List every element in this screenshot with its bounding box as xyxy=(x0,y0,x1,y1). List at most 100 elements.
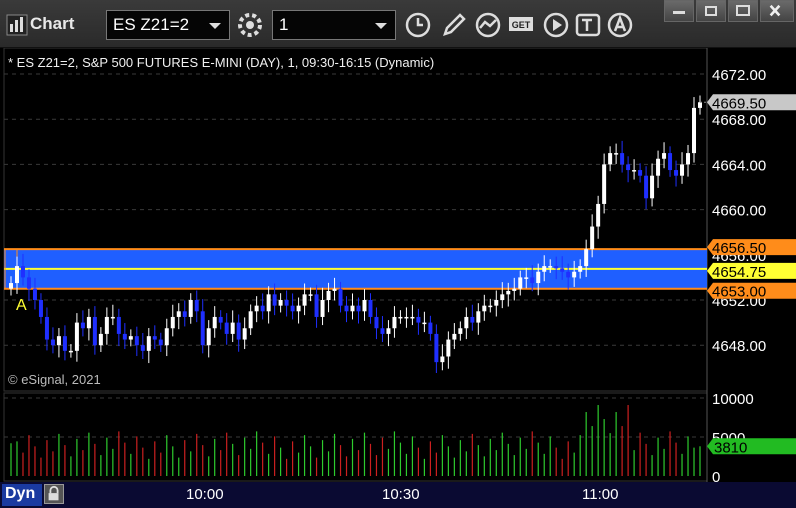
restore-icon[interactable] xyxy=(664,0,694,22)
midline-marker: 4654.75 xyxy=(707,262,796,281)
candle-body xyxy=(458,328,463,334)
candle-body xyxy=(674,170,679,176)
candle-body xyxy=(98,333,103,346)
price-label: 4660.00 xyxy=(712,203,766,220)
close-icon[interactable] xyxy=(760,0,794,22)
candle-body xyxy=(452,333,457,340)
volume-label: 0 xyxy=(712,469,720,482)
candle-body xyxy=(572,271,577,278)
candle-body xyxy=(134,336,139,346)
candle-body xyxy=(692,107,697,154)
price-label: 4668.00 xyxy=(712,112,766,129)
candle-body xyxy=(206,328,211,346)
candle-body xyxy=(470,316,475,323)
candle-body xyxy=(50,339,55,346)
text-icon[interactable] xyxy=(572,9,604,41)
price-background xyxy=(0,48,796,392)
candle-body xyxy=(110,316,115,319)
candle-body xyxy=(32,288,37,300)
candle-body xyxy=(626,164,631,171)
symbol-value: ES Z21=2 xyxy=(113,15,190,34)
maximize-icon[interactable] xyxy=(696,0,726,22)
candle-body xyxy=(614,153,619,155)
candle-body xyxy=(380,328,385,334)
candle-body xyxy=(632,170,637,172)
chart-info: * ES Z21=2, S&P 500 FUTURES E-MINI (DAY)… xyxy=(8,55,435,70)
play-icon[interactable] xyxy=(540,9,572,41)
band-top-marker: 4656.50 xyxy=(707,239,796,257)
midline-marker-text: 4654.75 xyxy=(712,264,766,281)
candle-body xyxy=(398,316,403,319)
candle-body xyxy=(560,268,565,272)
chart-app-icon xyxy=(6,14,28,36)
candle-body xyxy=(182,311,187,317)
candle-body xyxy=(386,328,391,334)
candle-body xyxy=(434,333,439,363)
interval-field[interactable]: 1 xyxy=(272,10,396,40)
band-bottom-marker-text: 4653.00 xyxy=(712,284,766,301)
last-price-marker: 4669.50 xyxy=(707,94,796,112)
candle-body xyxy=(410,316,415,319)
svg-text:GET: GET xyxy=(512,20,531,30)
volume-marker-text: 3810 xyxy=(714,439,747,456)
chevron-down-icon[interactable] xyxy=(375,23,387,29)
candle-body xyxy=(422,322,427,325)
candle-body xyxy=(650,175,655,199)
volume-chart[interactable]: 10000500003810 xyxy=(0,392,796,482)
settings-icon[interactable] xyxy=(234,9,266,41)
candle-body xyxy=(212,316,217,329)
band-top-marker-text: 4656.50 xyxy=(712,240,766,257)
window-title: Chart xyxy=(30,14,75,33)
candle-body xyxy=(518,277,523,289)
candle-body xyxy=(404,316,409,319)
candle-body xyxy=(608,153,613,165)
candle-body xyxy=(326,290,331,300)
annotation-label: A xyxy=(16,297,27,314)
candle-body xyxy=(62,336,67,351)
candle-body xyxy=(500,294,505,300)
candle-body xyxy=(338,288,343,306)
candle-body xyxy=(188,300,193,317)
get-icon[interactable]: GET xyxy=(506,9,538,41)
candle-body xyxy=(284,300,289,306)
copyright: © eSignal, 2021 xyxy=(8,372,101,387)
candle-body xyxy=(296,305,301,312)
pen-icon[interactable] xyxy=(438,9,470,41)
candle-body xyxy=(362,300,367,312)
candle-body xyxy=(662,153,667,159)
chevron-down-icon[interactable] xyxy=(209,23,221,29)
price-label: 4672.00 xyxy=(712,67,766,84)
candle-body xyxy=(542,266,547,272)
dynamic-button[interactable]: Dyn xyxy=(2,484,42,506)
candle-body xyxy=(314,294,319,317)
candle-body xyxy=(668,153,673,171)
candle-body xyxy=(512,288,517,291)
price-pane[interactable]: A 4672.00 4668.00 4664.00 4660.00 4652.00 4648… xyxy=(0,48,796,433)
symbol-field[interactable]: ES Z21=2 xyxy=(106,10,230,40)
price-label: 4664.00 xyxy=(712,157,766,174)
candle-body xyxy=(524,277,529,279)
candle-body xyxy=(200,311,205,346)
study-icon[interactable] xyxy=(472,9,504,41)
minimize-icon[interactable] xyxy=(728,0,758,22)
clock-icon[interactable] xyxy=(402,9,434,41)
lock-icon[interactable] xyxy=(44,484,64,504)
candle-body xyxy=(104,316,109,334)
candle-body xyxy=(488,305,493,308)
candle-body xyxy=(164,328,169,346)
candle-body xyxy=(308,294,313,296)
candle-body xyxy=(428,322,433,334)
candle-body xyxy=(68,350,73,353)
candle-body xyxy=(266,294,271,312)
price-chart[interactable]: A4672.004668.004664.004660.004652.004648… xyxy=(0,48,796,392)
alert-icon[interactable] xyxy=(604,9,636,41)
candle-body xyxy=(146,336,151,351)
volume-pane[interactable]: 10000500003810 xyxy=(0,392,796,482)
volume-label: 10000 xyxy=(712,392,754,408)
candle-body xyxy=(440,356,445,363)
time-label-1030: 10:30 xyxy=(382,486,420,503)
candle-body xyxy=(92,316,97,346)
candle-body xyxy=(350,305,355,312)
candle-body xyxy=(302,294,307,306)
candle-body xyxy=(224,322,229,334)
